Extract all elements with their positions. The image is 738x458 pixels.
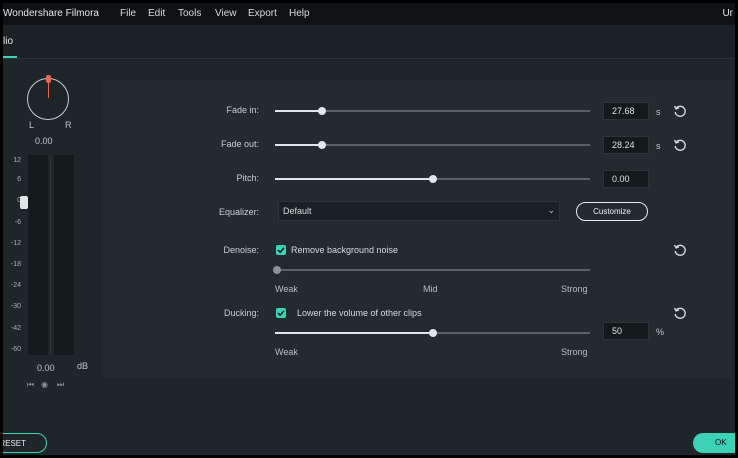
fade-out-reset-icon[interactable]	[673, 138, 687, 152]
ducking-label: Ducking:	[223, 308, 259, 318]
menu-edit[interactable]: Edit	[148, 8, 165, 19]
menu-file[interactable]: File	[120, 8, 136, 19]
equalizer-select[interactable]: Default ⌄	[278, 201, 560, 221]
equalizer-label: Equalizer:	[218, 207, 259, 217]
pan-knob[interactable]	[27, 75, 69, 120]
denoise-slider[interactable]	[273, 266, 590, 274]
scale-tick: -24	[10, 282, 21, 289]
menu-tools[interactable]: Tools	[178, 8, 201, 19]
ducking-slider-fill	[275, 332, 433, 334]
menu-help[interactable]: Help	[289, 8, 310, 19]
level-meter-left	[28, 155, 48, 355]
denoise-checkbox[interactable]	[276, 245, 286, 255]
customize-button[interactable]: Customize	[576, 202, 648, 221]
ducking-slider[interactable]	[275, 329, 590, 337]
pan-left-label: L	[29, 120, 35, 130]
ducking-checkbox-label: Lower the volume of other clips	[297, 308, 422, 318]
project-title: Ur	[722, 8, 733, 19]
record-icon[interactable]: ◉	[41, 380, 48, 389]
skip-forward-icon[interactable]: ⏭	[57, 380, 64, 390]
denoise-scale-strong: Strong	[561, 284, 588, 294]
audio-settings-window: Wondershare Filmora File Edit Tools View…	[3, 3, 735, 455]
scale-tick: -6	[14, 219, 21, 226]
fade-in-label: Fade in:	[226, 105, 259, 115]
pitch-slider-fill	[275, 178, 433, 180]
pitch-slider-thumb[interactable]	[428, 175, 437, 183]
denoise-slider-thumb[interactable]	[273, 266, 281, 274]
skip-back-icon[interactable]: ⏮	[27, 380, 34, 390]
tab-audio[interactable]: lio	[3, 36, 13, 47]
tab-active-indicator	[3, 56, 17, 58]
app-title: Wondershare Filmora	[3, 8, 99, 19]
pitch-input[interactable]: 0.00	[603, 170, 649, 188]
denoise-reset-icon[interactable]	[673, 243, 687, 257]
scale-tick: -30	[10, 303, 21, 310]
scale-tick: 6	[17, 176, 21, 183]
denoise-scale-weak: Weak	[275, 284, 298, 294]
ducking-scale-strong: Strong	[561, 347, 588, 357]
menu-export[interactable]: Export	[248, 8, 277, 19]
scale-tick: 12	[13, 157, 21, 164]
fade-out-slider-fill	[275, 144, 323, 146]
ducking-reset-icon[interactable]	[673, 306, 687, 320]
scale-tick: -12	[10, 240, 21, 247]
fade-in-slider-fill	[275, 110, 323, 112]
pitch-label: Pitch:	[236, 173, 259, 183]
tab-bar: lio	[3, 25, 735, 59]
pan-right-label: R	[65, 120, 72, 130]
ducking-unit: %	[656, 327, 665, 337]
meter-divider	[50, 155, 51, 355]
menu-view[interactable]: View	[215, 8, 237, 19]
fade-in-reset-icon[interactable]	[673, 104, 687, 118]
denoise-scale-mid: Mid	[423, 284, 438, 294]
fade-in-slider[interactable]	[275, 107, 590, 115]
fade-out-input[interactable]: 28.24	[603, 136, 649, 154]
ducking-checkbox[interactable]	[276, 308, 286, 318]
fade-out-label: Fade out:	[220, 139, 259, 149]
pan-value: 0.00	[35, 136, 53, 146]
fade-in-input[interactable]: 27.68	[603, 102, 649, 120]
reset-button[interactable]: RESET	[3, 433, 47, 453]
menu-bar: Wondershare Filmora File Edit Tools View…	[3, 3, 735, 25]
ducking-input[interactable]: 50	[603, 322, 649, 340]
ok-button[interactable]: OK	[693, 433, 735, 453]
denoise-checkbox-label: Remove background noise	[291, 245, 399, 255]
volume-value: 0.00	[37, 363, 55, 373]
scale-tick: 0	[7, 197, 21, 204]
scale-tick: -60	[10, 346, 21, 353]
denoise-label: Denoise:	[223, 245, 259, 255]
level-meter-right	[54, 155, 74, 355]
scale-tick: -42	[10, 325, 21, 332]
fade-out-unit: s	[656, 141, 661, 151]
volume-unit: dB	[77, 361, 89, 371]
fade-out-slider[interactable]	[275, 141, 590, 149]
volume-slider-thumb[interactable]	[20, 196, 28, 209]
pitch-slider[interactable]	[275, 175, 590, 183]
equalizer-selected-value: Default	[283, 206, 312, 216]
fade-in-unit: s	[656, 107, 661, 117]
ducking-scale-weak: Weak	[275, 347, 298, 357]
pan-knob-needle	[48, 82, 49, 98]
scale-tick: -18	[10, 261, 21, 268]
ducking-slider-thumb[interactable]	[428, 329, 437, 337]
chevron-down-icon: ⌄	[547, 205, 555, 215]
